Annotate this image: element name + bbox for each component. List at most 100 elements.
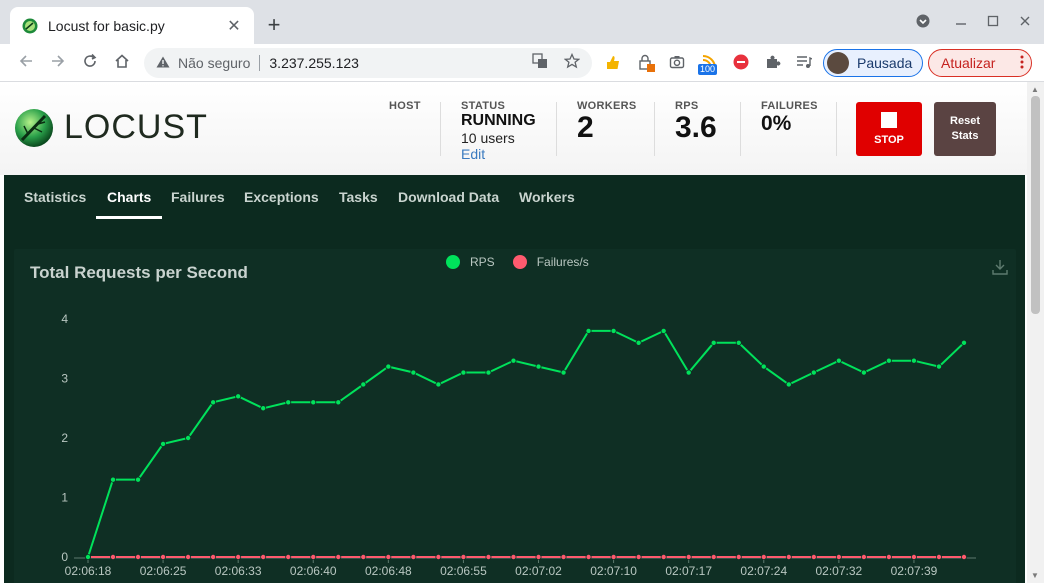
security-status-label[interactable]: Não seguro [178,55,250,71]
media-queue-icon[interactable] [795,54,813,72]
stop-button[interactable]: STOP [856,102,922,156]
tab-search-icon[interactable] [913,14,933,31]
update-browser-button[interactable]: Atualizar [928,49,1032,77]
data-point-rps [935,363,942,370]
translate-icon[interactable] [532,53,548,73]
tab-exceptions[interactable]: Exceptions [244,175,319,219]
x-tick-label: 02:07:39 [891,564,938,578]
tab-tasks[interactable]: Tasks [339,175,378,219]
user-count: 10 users [461,130,515,146]
data-point-rps [685,369,692,376]
data-point-failures-s [335,553,342,560]
stop-label: STOP [874,134,904,146]
tab-charts[interactable]: Charts [96,175,163,219]
y-tick-label: 3 [61,372,68,386]
not-secure-warning-icon[interactable] [156,56,170,71]
data-point-failures-s [485,553,492,560]
data-point-rps [435,381,442,388]
y-tick-label: 1 [61,491,68,505]
back-icon[interactable] [16,53,36,73]
legend-item-failures[interactable]: Failures/s [512,255,589,269]
host-label: HOST [389,100,421,112]
y-tick-label: 0 [61,550,68,564]
data-point-rps [735,339,742,346]
x-tick-label: 02:06:40 [290,564,337,578]
legend-item-rps[interactable]: RPS [446,255,495,269]
forward-icon[interactable] [48,53,68,73]
url-text[interactable]: 3.237.255.123 [269,55,516,71]
logo-text: LOCUST [64,107,208,146]
tab-failures[interactable]: Failures [171,175,225,219]
data-point-failures-s [635,553,642,560]
data-point-rps [585,327,592,334]
camera-extension-icon[interactable] [668,54,686,72]
edit-link[interactable]: Edit [461,146,536,162]
data-point-failures-s [310,553,317,560]
data-point-failures-s [535,553,542,560]
rps-chart[interactable]: 0 1 2 3 4 02:06:18 02:06:25 02:06:33 02:06:40 02:… [14,249,1016,583]
data-point-failures-s [585,553,592,560]
locust-logo[interactable]: LOCUST [14,104,208,150]
data-point-rps [560,369,567,376]
scroll-up-icon[interactable]: ▲ [1031,85,1039,94]
ublock-extension-icon[interactable] [732,54,750,72]
omnibox-divider [259,55,261,71]
workers-value: 2 [577,111,594,144]
page-viewport: LOCUST HOST STATUS RUNNING 10 users Edit… [0,82,1044,583]
tab-close-icon[interactable]: ✕ [226,16,242,36]
data-point-rps [961,339,968,346]
data-point-rps [660,327,667,334]
scroll-down-icon[interactable]: ▼ [1031,571,1039,580]
scrollbar-thumb[interactable] [1031,96,1040,314]
series-line-rps [87,329,965,558]
divider [556,102,557,156]
extensions-puzzle-icon[interactable] [764,54,782,72]
data-point-failures-s [235,553,242,560]
maximize-icon[interactable] [983,14,1003,30]
data-point-rps [310,399,317,406]
data-point-rps [785,381,792,388]
failures-stat: FAILURES 0% [761,100,818,136]
address-bar[interactable]: Não seguro 3.237.255.123 [144,48,592,78]
divider [440,102,441,156]
profile-button[interactable]: Pausada [823,49,923,77]
data-point-rps [185,434,192,441]
data-point-failures-s [610,553,617,560]
more-options-icon[interactable] [1013,55,1031,72]
workers-stat: WORKERS 2 [577,100,637,144]
bookmark-star-icon[interactable] [563,52,581,73]
data-point-rps [885,357,892,364]
rss-count-badge: 100 [698,64,718,75]
data-point-rps [110,476,117,483]
data-point-rps [460,369,467,376]
data-point-rps [135,476,142,483]
page-scrollbar[interactable]: ▲ ▼ [1027,82,1044,583]
data-point-rps [635,339,642,346]
close-window-icon[interactable] [1015,14,1035,30]
new-tab-button[interactable]: + [262,14,286,36]
thumbs-up-extension-icon[interactable] [604,54,622,72]
divider [740,102,741,156]
data-point-rps [385,363,392,370]
reload-icon[interactable] [80,53,100,73]
tab-download-data[interactable]: Download Data [398,175,499,219]
reset-stats-button[interactable]: Reset Stats [934,102,996,156]
data-point-failures-s [885,553,892,560]
tab-statistics[interactable]: Statistics [24,175,86,219]
tab-workers[interactable]: Workers [519,175,575,219]
minimize-icon[interactable] [951,14,971,30]
data-point-failures-s [785,553,792,560]
x-tick-label: 02:06:33 [215,564,262,578]
home-icon[interactable] [112,53,132,73]
divider [836,102,837,156]
data-point-failures-s [360,553,367,560]
charts-content: 0 1 2 3 4 02:06:18 02:06:25 02:06:33 02:06:40 02:… [4,219,1025,583]
legend-swatch-rps [446,255,460,269]
data-point-failures-s [685,553,692,560]
browser-tab[interactable]: Locust for basic.py ✕ [10,7,254,44]
lock-extension-icon[interactable] [637,54,655,72]
data-point-rps [85,553,92,560]
data-point-rps [285,399,292,406]
download-chart-icon[interactable] [992,259,1008,275]
failures-label: FAILURES [761,100,818,112]
